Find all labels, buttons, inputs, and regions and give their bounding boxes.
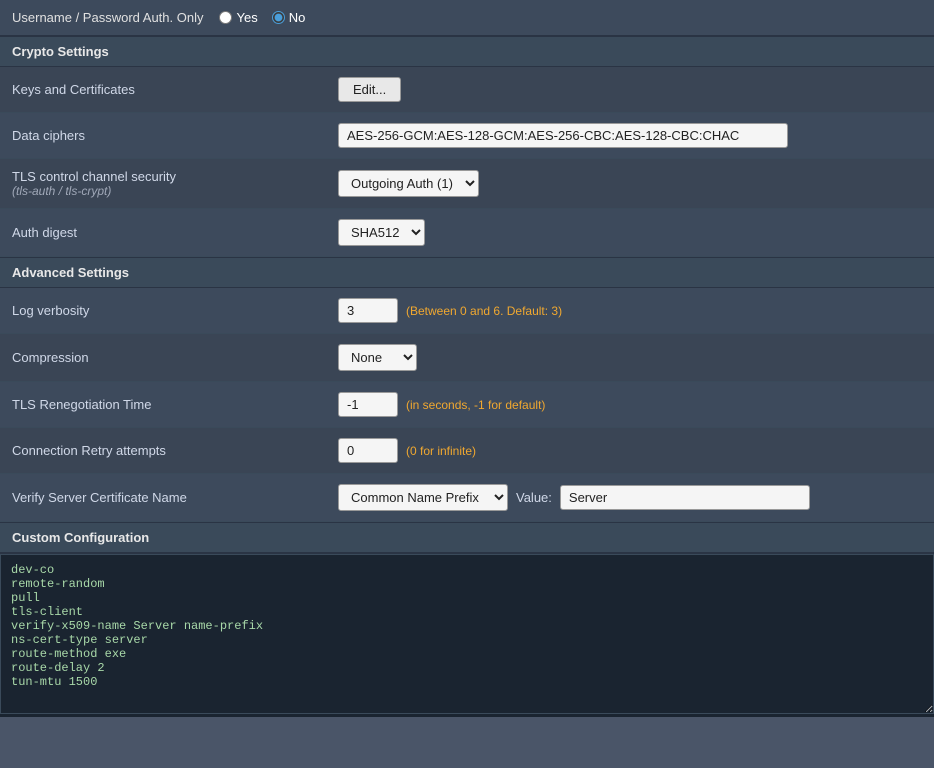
- compression-select[interactable]: None LZO LZ4 LZ4-v2 Stub: [338, 344, 417, 371]
- retry-content: (0 for infinite): [338, 438, 922, 463]
- tls-row: TLS control channel security (tls-auth /…: [0, 159, 934, 209]
- keys-row: Keys and Certificates Edit...: [0, 67, 934, 113]
- log-verbosity-label: Log verbosity: [12, 303, 338, 318]
- advanced-section-header: Advanced Settings: [0, 257, 934, 288]
- custom-config-header: Custom Configuration: [0, 522, 934, 553]
- tls-reneg-content: (in seconds, -1 for default): [338, 392, 922, 417]
- config-textarea-wrapper: [0, 553, 934, 717]
- cert-value-label: Value:: [516, 490, 552, 505]
- log-verbosity-row: Log verbosity (Between 0 and 6. Default:…: [0, 288, 934, 334]
- tls-select[interactable]: Outgoing Auth (1) Outgoing Auth (2) Inco…: [338, 170, 479, 197]
- compression-label: Compression: [12, 350, 338, 365]
- auth-digest-content: SHA512 SHA256 SHA1 MD5: [338, 219, 922, 246]
- auth-digest-row: Auth digest SHA512 SHA256 SHA1 MD5: [0, 209, 934, 257]
- keys-content: Edit...: [338, 77, 922, 102]
- verify-cert-row: Verify Server Certificate Name Common Na…: [0, 474, 934, 522]
- yes-radio[interactable]: [219, 11, 232, 24]
- auth-radio-group: Yes No: [219, 10, 305, 25]
- ciphers-label: Data ciphers: [12, 128, 338, 143]
- retry-row: Connection Retry attempts (0 for infinit…: [0, 428, 934, 474]
- retry-label: Connection Retry attempts: [12, 443, 338, 458]
- log-verbosity-input[interactable]: [338, 298, 398, 323]
- ciphers-content: [338, 123, 922, 148]
- tls-reneg-label: TLS Renegotiation Time: [12, 397, 338, 412]
- cert-value-input[interactable]: [560, 485, 810, 510]
- auth-only-label: Username / Password Auth. Only: [12, 10, 203, 25]
- config-textarea[interactable]: [0, 554, 934, 714]
- auth-only-row: Username / Password Auth. Only Yes No: [0, 0, 934, 36]
- tls-content: Outgoing Auth (1) Outgoing Auth (2) Inco…: [338, 170, 922, 197]
- keys-label: Keys and Certificates: [12, 82, 338, 97]
- verify-cert-content: Common Name Prefix Common Name Subject A…: [338, 484, 922, 511]
- keys-edit-button[interactable]: Edit...: [338, 77, 401, 102]
- yes-label: Yes: [236, 10, 257, 25]
- ciphers-input[interactable]: [338, 123, 788, 148]
- auth-digest-select[interactable]: SHA512 SHA256 SHA1 MD5: [338, 219, 425, 246]
- no-radio[interactable]: [272, 11, 285, 24]
- log-verbosity-content: (Between 0 and 6. Default: 3): [338, 298, 922, 323]
- retry-hint: (0 for infinite): [406, 444, 476, 458]
- auth-digest-label: Auth digest: [12, 225, 338, 240]
- no-option[interactable]: No: [272, 10, 306, 25]
- retry-input[interactable]: [338, 438, 398, 463]
- verify-cert-label: Verify Server Certificate Name: [12, 490, 338, 505]
- no-label: No: [289, 10, 306, 25]
- ciphers-row: Data ciphers: [0, 113, 934, 159]
- tls-reneg-input[interactable]: [338, 392, 398, 417]
- tls-label: TLS control channel security (tls-auth /…: [12, 169, 338, 198]
- yes-option[interactable]: Yes: [219, 10, 257, 25]
- tls-reneg-hint: (in seconds, -1 for default): [406, 398, 545, 412]
- compression-row: Compression None LZO LZ4 LZ4-v2 Stub: [0, 334, 934, 382]
- tls-reneg-row: TLS Renegotiation Time (in seconds, -1 f…: [0, 382, 934, 428]
- log-verbosity-hint: (Between 0 and 6. Default: 3): [406, 304, 562, 318]
- compression-content: None LZO LZ4 LZ4-v2 Stub: [338, 344, 922, 371]
- verify-cert-select[interactable]: Common Name Prefix Common Name Subject A…: [338, 484, 508, 511]
- crypto-section-header: Crypto Settings: [0, 36, 934, 67]
